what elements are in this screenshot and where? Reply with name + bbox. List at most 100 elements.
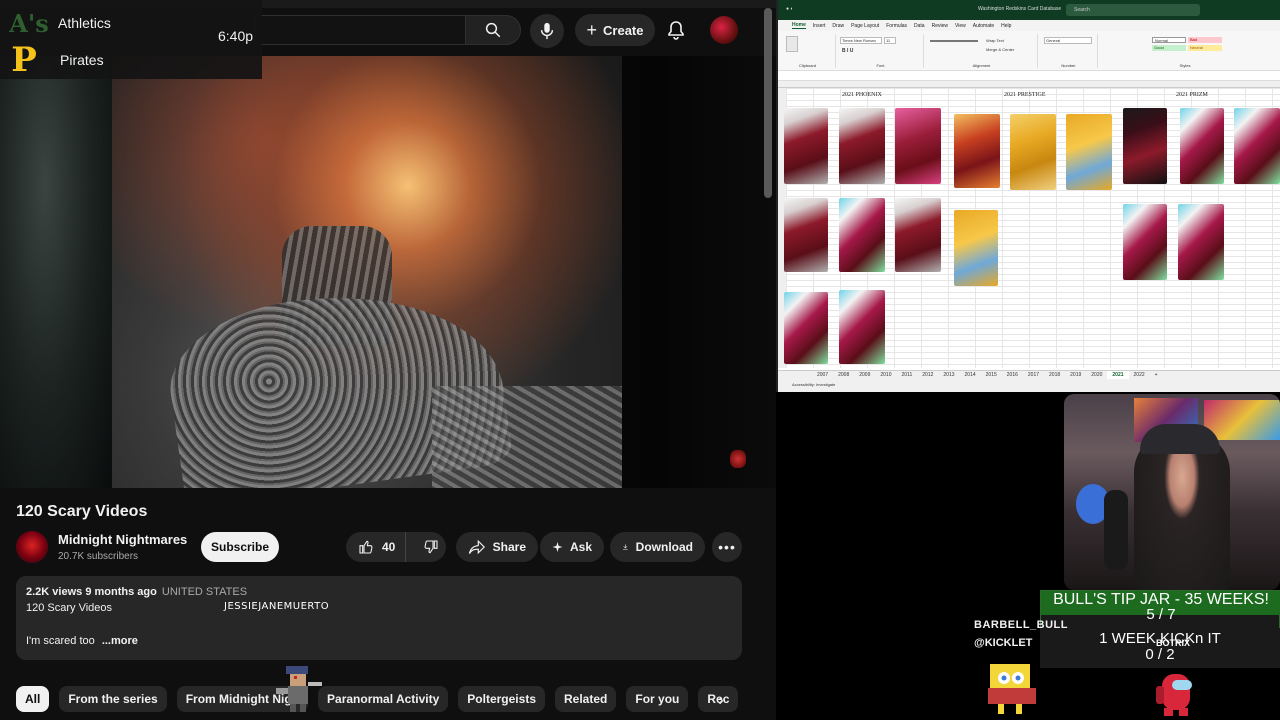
- share-button[interactable]: Share: [456, 532, 538, 562]
- menu-formulas[interactable]: Formulas: [886, 23, 907, 29]
- channel-watermark-icon[interactable]: [730, 450, 746, 468]
- download-label: Download: [635, 540, 693, 554]
- autosave-toggle-icon[interactable]: ● ◐: [786, 6, 793, 12]
- chip-for-you[interactable]: For you: [626, 686, 689, 712]
- dislike-button[interactable]: [413, 532, 449, 562]
- font-name-select[interactable]: Times New Roman: [840, 37, 882, 44]
- channel-avatar[interactable]: [16, 531, 48, 563]
- ribbon-clipboard-group: Clipboard: [780, 34, 836, 68]
- menu-automate[interactable]: Automate: [973, 23, 994, 29]
- bold-italic-underline-icon[interactable]: B I U: [842, 48, 853, 54]
- channel-name[interactable]: Midnight Nightmares: [58, 532, 187, 547]
- card-image[interactable]: [784, 292, 828, 364]
- page-scrollbar[interactable]: [764, 8, 772, 198]
- font-label: Font: [876, 63, 885, 68]
- streamer-handle: BARBELL_BULL: [974, 619, 1068, 631]
- card-image[interactable]: [839, 108, 885, 184]
- merge-center-button[interactable]: Merge & Center: [986, 47, 1014, 52]
- chip-paranormal-activity[interactable]: Paranormal Activity: [318, 686, 449, 712]
- spongebob-sprite: [988, 664, 1036, 714]
- stream-overlay-area: GAME BULL'S TIP JAR - 35 WEEKS! 5 / 7 1 …: [776, 392, 1280, 720]
- style-bad[interactable]: Bad: [1188, 37, 1222, 43]
- style-normal[interactable]: Normal: [1152, 37, 1186, 43]
- voice-search-button[interactable]: [530, 14, 564, 48]
- menu-insert[interactable]: Insert: [813, 23, 826, 29]
- menu-page-layout[interactable]: Page Layout: [851, 23, 879, 29]
- excel-search-input[interactable]: Search: [1066, 4, 1200, 16]
- chevron-right-icon[interactable]: ›: [708, 688, 734, 714]
- sparkle-icon: [552, 542, 563, 552]
- crewmate-sprite: [1156, 674, 1192, 716]
- menu-help[interactable]: Help: [1001, 23, 1011, 29]
- subscribe-button[interactable]: Subscribe: [201, 532, 279, 562]
- bot-name: BOTRIX: [1156, 638, 1191, 648]
- ribbon-styles-group: Normal Bad Good Neutral Styles: [1100, 34, 1270, 68]
- style-good[interactable]: Good: [1152, 45, 1186, 51]
- section-prizm: 2021 PRIZM: [1176, 92, 1208, 98]
- show-more-link[interactable]: ...more: [102, 635, 138, 647]
- menu-draw[interactable]: Draw: [832, 23, 844, 29]
- menu-view[interactable]: View: [955, 23, 966, 29]
- number-format-select[interactable]: General: [1044, 37, 1092, 44]
- chip-poltergeists[interactable]: Poltergeists: [458, 686, 545, 712]
- tip-jar-count: 5 / 7: [1146, 606, 1176, 623]
- font-size-select[interactable]: 11: [884, 37, 896, 44]
- card-image[interactable]: [1180, 108, 1224, 184]
- menu-data[interactable]: Data: [914, 23, 925, 29]
- description-line-1: 120 Scary Videos: [26, 602, 113, 614]
- style-neutral[interactable]: Neutral: [1188, 45, 1222, 51]
- kick-handle: @KICKLET: [974, 637, 1033, 649]
- card-image[interactable]: [954, 114, 1000, 188]
- chip-from-series[interactable]: From the series: [59, 686, 167, 712]
- like-button[interactable]: 40: [346, 532, 407, 562]
- menu-review[interactable]: Review: [932, 23, 948, 29]
- create-button[interactable]: + Create: [575, 14, 655, 46]
- team-2-name: Pirates: [60, 52, 104, 68]
- card-image[interactable]: [1066, 114, 1112, 190]
- like-count: 40: [382, 540, 396, 554]
- account-avatar[interactable]: [710, 16, 738, 44]
- card-image[interactable]: [954, 210, 998, 286]
- wall-poster: [1204, 400, 1280, 440]
- ask-button[interactable]: Ask: [540, 532, 604, 562]
- chip-related[interactable]: Related: [555, 686, 617, 712]
- formula-bar[interactable]: [778, 72, 1280, 81]
- ribbon-number-group: General Number: [1040, 34, 1098, 68]
- menu-home[interactable]: Home: [792, 22, 806, 29]
- card-image[interactable]: [1123, 204, 1167, 280]
- kick-goal-widget: 1 WEEK KICKn IT 0 / 2: [1040, 628, 1280, 668]
- streamer: [1134, 432, 1230, 590]
- search-button[interactable]: [465, 15, 521, 45]
- card-image[interactable]: [839, 198, 885, 272]
- search-input[interactable]: [255, 15, 465, 45]
- card-image[interactable]: [839, 290, 885, 364]
- paste-icon[interactable]: [786, 36, 798, 52]
- align-icon[interactable]: [930, 40, 978, 42]
- kick-goal-count: 0 / 2: [1145, 646, 1175, 663]
- download-button[interactable]: Download: [610, 532, 705, 562]
- notifications-button[interactable]: [664, 18, 688, 42]
- video-frame[interactable]: [112, 56, 622, 488]
- share-icon: [468, 539, 486, 555]
- wrap-text-button[interactable]: Wrap Text: [986, 38, 1004, 43]
- card-image[interactable]: [784, 108, 828, 184]
- alignment-label: Alignment: [972, 63, 991, 68]
- chip-all[interactable]: All: [16, 686, 50, 712]
- more-actions-button[interactable]: •••: [712, 532, 742, 562]
- card-image[interactable]: [784, 198, 828, 272]
- stream-overlay-username: JESSIEJANEMUERTO: [224, 601, 330, 612]
- card-image[interactable]: [1123, 108, 1167, 184]
- description-box[interactable]: 2.2K views 9 months ago UNITED STATES 12…: [16, 576, 742, 660]
- card-image[interactable]: [895, 198, 941, 272]
- share-label: Share: [492, 540, 526, 554]
- scoreboard-team-2: P Pirates: [10, 43, 104, 77]
- upload-country: UNITED STATES: [161, 586, 248, 598]
- card-image[interactable]: [1234, 108, 1280, 184]
- microphone-icon: [540, 22, 554, 40]
- plus-icon: +: [586, 19, 598, 40]
- card-image[interactable]: [1010, 114, 1056, 190]
- card-image[interactable]: [895, 108, 941, 184]
- workbook-title: Washington Redskins Card Database: [978, 6, 1062, 12]
- card-image[interactable]: [1178, 204, 1224, 280]
- ribbon-alignment-group: Wrap Text Merge & Center Alignment: [926, 34, 1038, 68]
